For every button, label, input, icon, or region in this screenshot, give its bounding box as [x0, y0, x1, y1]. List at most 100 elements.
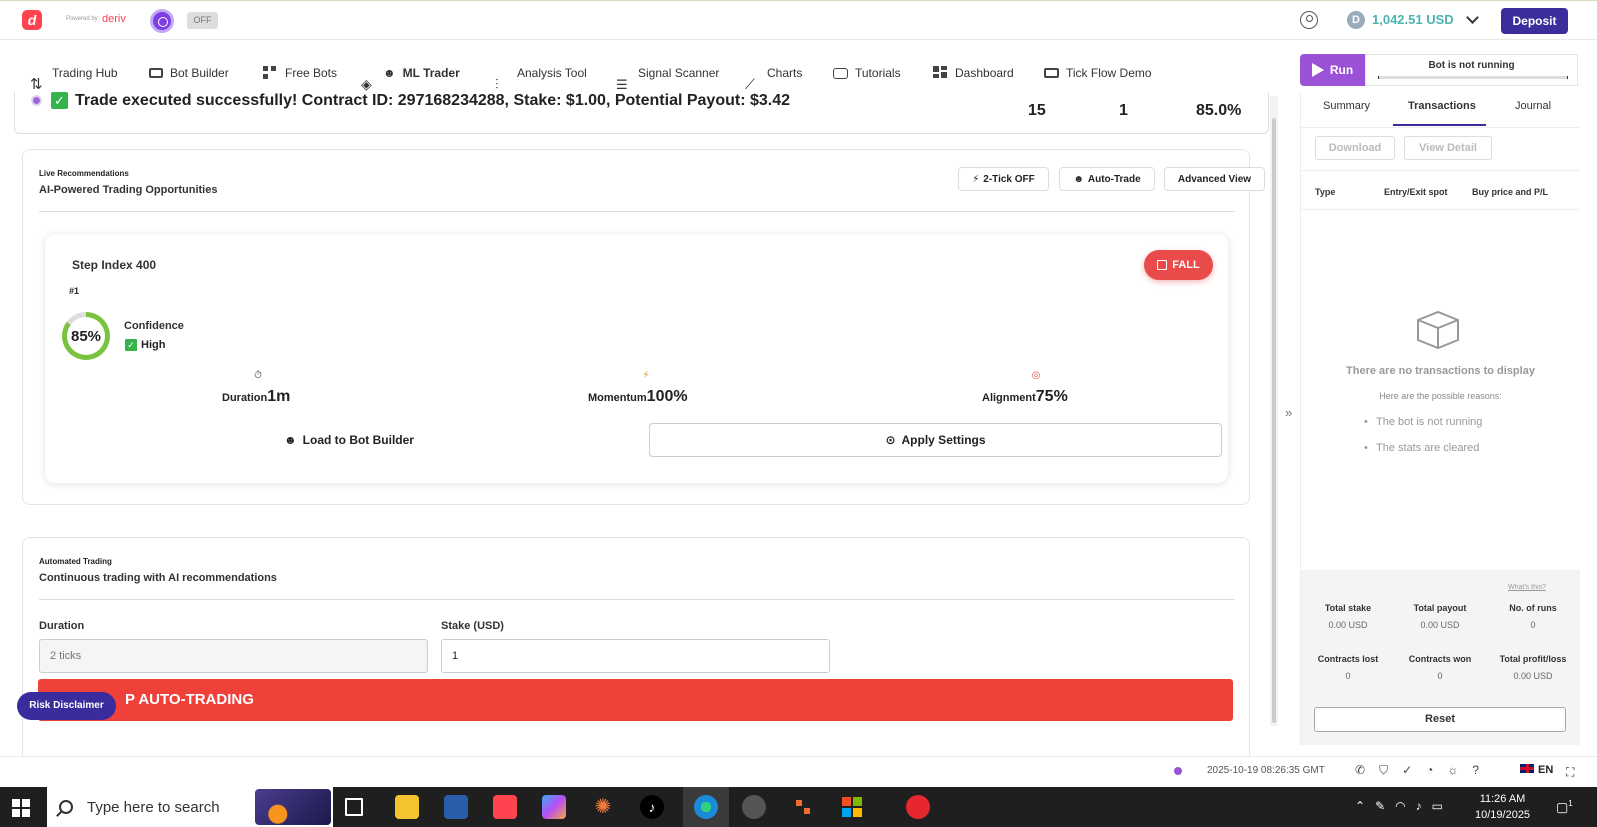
metric-label: Alignment	[982, 392, 1036, 404]
stat-total-trades: 15	[1028, 102, 1046, 119]
tab-analysis-tool[interactable]: Analysis Tool	[483, 54, 599, 92]
download-button[interactable]: Download	[1315, 136, 1395, 160]
brand-name: deriv	[102, 13, 126, 25]
keyboard-icon[interactable]: ▭	[1432, 799, 1453, 813]
button-label: Advanced View	[1177, 173, 1252, 185]
tab-dashboard[interactable]: Dashboard	[921, 54, 1026, 92]
bot-icon: ☻	[284, 433, 297, 447]
app-icon[interactable]	[791, 795, 815, 819]
tab-journal[interactable]: Journal	[1515, 100, 1551, 112]
fall-direction-button[interactable]: FALL	[1144, 250, 1213, 280]
status-bar: 2025-10-19 08:26:35 GMT ✆⛉✓◔☼? EN ⛶	[0, 756, 1597, 787]
sliders-icon	[495, 66, 510, 80]
tab-tick-flow-demo[interactable]: Tick Flow Demo	[1032, 54, 1164, 92]
automated-trading-card: Automated Trading Continuous trading wit…	[22, 537, 1250, 787]
tab-summary[interactable]: Summary	[1323, 100, 1370, 112]
halloween-banner-image	[255, 789, 331, 825]
system-tray[interactable]: ⌃✎◠♪▭	[1355, 799, 1453, 813]
claude-icon[interactable]: ✺	[591, 795, 615, 819]
app-icon[interactable]	[444, 795, 468, 819]
tab-trading-hub[interactable]: Trading Hub	[18, 54, 130, 92]
account-balance[interactable]: 1,042.51 USD	[1372, 12, 1454, 27]
two-tick-toggle-button[interactable]: ⚡ 2-Tick OFF	[958, 167, 1049, 191]
swap-icon	[30, 66, 45, 80]
view-detail-button[interactable]: View Detail	[1404, 136, 1492, 160]
fullscreen-icon[interactable]: ⛶	[1566, 765, 1574, 780]
deposit-button[interactable]: Deposit	[1501, 8, 1568, 34]
whatsapp-icon[interactable]: ✆	[1355, 763, 1379, 777]
deriv-app-icon[interactable]	[493, 795, 517, 819]
lightning-icon: ⚡	[972, 173, 980, 185]
tab-signal-scanner[interactable]: Signal Scanner	[604, 54, 731, 92]
tab-charts[interactable]: Charts	[733, 54, 814, 92]
run-button[interactable]: Run	[1300, 54, 1365, 86]
help-icon[interactable]: ?	[1472, 763, 1493, 777]
windows-taskbar: Type here to search ✺ ♪ ⌃✎◠♪▭ 11:26 AM 10…	[0, 787, 1597, 827]
off-toggle[interactable]: OFF	[187, 12, 218, 29]
deriv-logo[interactable]: d	[22, 10, 42, 30]
recommendations-card: Live Recommendations AI-Powered Trading …	[22, 149, 1265, 505]
windows-start-icon[interactable]	[12, 799, 30, 817]
button-label: Auto-Trade	[1087, 173, 1141, 185]
confidence-percent: 85%	[67, 317, 105, 355]
list-icon	[616, 66, 631, 80]
taskbar-clock[interactable]: 11:26 AM 10/19/2025	[1475, 791, 1530, 823]
load-to-bot-builder-button[interactable]: ☻ Load to Bot Builder	[62, 423, 636, 457]
file-explorer-icon[interactable]	[395, 795, 419, 819]
advanced-view-button[interactable]: Advanced View	[1164, 167, 1265, 191]
apply-settings-button[interactable]: ⊙ Apply Settings	[649, 423, 1222, 457]
verified-icon[interactable]: ✓	[1402, 763, 1426, 777]
auto-trade-button[interactable]: ☻ Auto-Trade	[1059, 167, 1155, 191]
stop-auto-trading-button[interactable]: P AUTO-TRADING	[38, 679, 1233, 721]
divider	[1301, 127, 1580, 128]
tab-tutorials[interactable]: Tutorials	[821, 54, 913, 92]
search-placeholder: Type here to search	[87, 798, 220, 816]
notification-icon[interactable]: ▢1	[1556, 799, 1573, 815]
task-view-icon[interactable]	[345, 798, 363, 816]
app-logo-icon[interactable]	[150, 9, 174, 33]
copilot-icon[interactable]	[542, 795, 566, 819]
check-icon: ✓	[125, 339, 137, 351]
tab-label: Free Bots	[285, 66, 338, 80]
chevron-down-icon[interactable]	[1466, 11, 1479, 24]
risk-disclaimer-button[interactable]: Risk Disclaimer	[17, 692, 116, 720]
edge-icon[interactable]	[694, 795, 718, 819]
gauge-icon[interactable]: ◔	[1426, 763, 1447, 777]
stat-label: Total profit/loss	[1499, 654, 1567, 664]
connection-status-dot	[1174, 767, 1182, 775]
status-icons[interactable]: ✆⛉✓◔☼?	[1355, 763, 1493, 778]
section-label: Live Recommendations	[39, 169, 129, 178]
collapse-panel-icon[interactable]: »	[1285, 405, 1292, 420]
app-icon[interactable]	[742, 795, 766, 819]
theme-icon[interactable]: ☼	[1447, 763, 1472, 777]
chevron-up-icon[interactable]: ⌃	[1355, 799, 1375, 813]
volume-icon[interactable]: ♪	[1416, 799, 1432, 813]
user-account-icon[interactable]	[1300, 11, 1318, 29]
reset-button[interactable]: Reset	[1314, 707, 1566, 732]
tiktok-icon[interactable]: ♪	[640, 795, 664, 819]
duration-field[interactable]	[39, 639, 428, 673]
wifi-icon[interactable]: ◠	[1395, 799, 1415, 813]
tab-ml-trader[interactable]: ☻ ML Trader	[349, 54, 477, 92]
tab-label: Analysis Tool	[517, 66, 587, 80]
tab-transactions[interactable]: Transactions	[1408, 100, 1476, 112]
language-selector[interactable]: EN	[1520, 764, 1553, 776]
stake-field[interactable]	[441, 639, 830, 673]
whats-this-link[interactable]: What's this?	[1508, 584, 1546, 591]
store-icon[interactable]	[840, 795, 864, 819]
tab-label: Trading Hub	[52, 66, 118, 80]
play-icon	[1311, 63, 1324, 77]
flag-icon	[1520, 764, 1534, 773]
app-icon[interactable]	[906, 795, 930, 819]
tab-label: Tick Flow Demo	[1066, 66, 1152, 80]
scrollbar-thumb[interactable]	[1272, 118, 1276, 723]
divider	[39, 599, 1235, 600]
shield-icon[interactable]: ⛉	[1379, 763, 1402, 777]
pen-icon[interactable]: ✎	[1375, 799, 1395, 813]
stat-losses: 1	[1119, 102, 1128, 119]
tab-bot-builder[interactable]: Bot Builder	[137, 54, 241, 92]
duration-metric: Duration1m	[222, 388, 290, 406]
bot-progress-bar	[1378, 76, 1568, 79]
tab-free-bots[interactable]: Free Bots	[251, 54, 349, 92]
taskbar-search[interactable]: Type here to search	[47, 787, 333, 827]
